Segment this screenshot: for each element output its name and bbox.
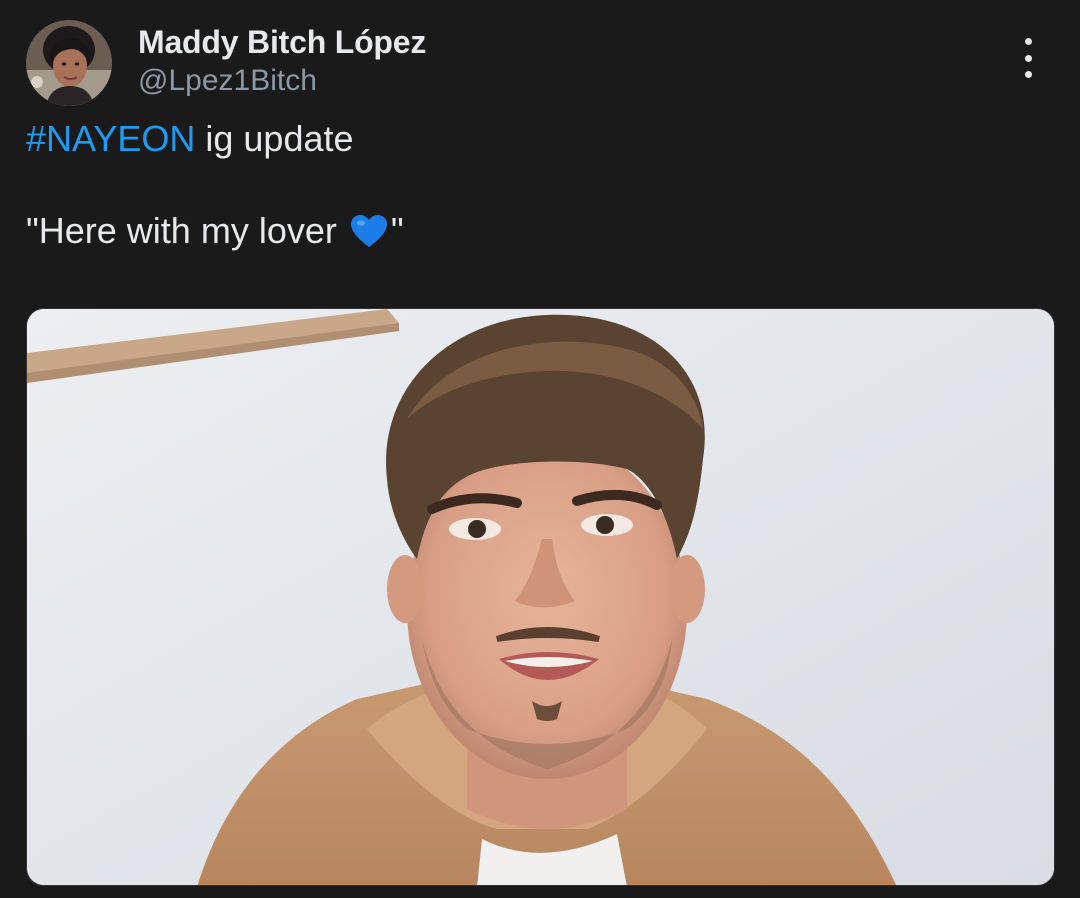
more-dot <box>1024 71 1032 78</box>
avatar-image <box>26 20 112 106</box>
tweet: Maddy Bitch López @Lpez1Bitch #NAYEON ig… <box>0 0 1080 898</box>
avatar[interactable] <box>26 20 112 106</box>
tweet-text-line-2: "Here with my lover " <box>26 208 1054 260</box>
hashtag-link[interactable]: #NAYEON <box>26 118 195 159</box>
display-name[interactable]: Maddy Bitch López <box>138 22 426 62</box>
tweet-text: #NAYEON ig update "Here with my lover " <box>26 116 1054 260</box>
quote-text: "Here with my lover <box>26 210 347 251</box>
tweet-text-rest: ig update <box>195 118 354 159</box>
photo-image <box>27 309 1054 885</box>
author-names: Maddy Bitch López @Lpez1Bitch <box>138 22 426 100</box>
quote-close: " <box>390 210 404 251</box>
tweet-photo[interactable] <box>26 308 1055 886</box>
more-dot <box>1024 38 1032 45</box>
blue-heart-icon <box>349 213 389 260</box>
tweet-header: Maddy Bitch López @Lpez1Bitch <box>26 18 1054 108</box>
tweet-text-line-1: #NAYEON ig update <box>26 116 1054 162</box>
more-dot <box>1024 54 1032 62</box>
tweet-text-blank <box>26 162 1054 208</box>
more-options-icon[interactable] <box>1016 38 1040 78</box>
user-handle[interactable]: @Lpez1Bitch <box>138 62 426 100</box>
